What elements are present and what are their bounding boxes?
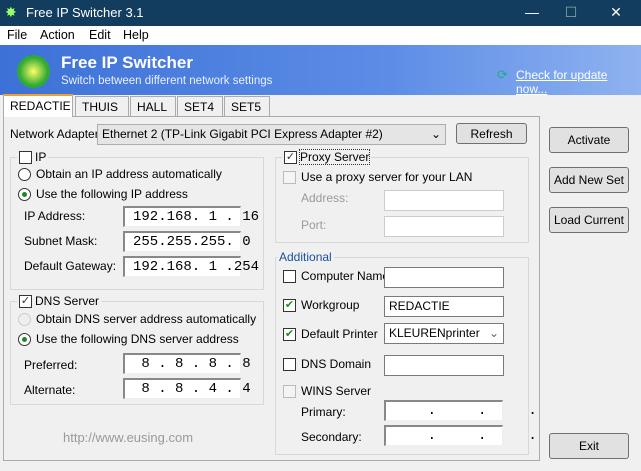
dns-auto-radio[interactable]: Obtain DNS server address automatically	[18, 312, 256, 326]
dns-checkbox[interactable]: ✓	[19, 294, 32, 308]
menu-action[interactable]: Action	[40, 28, 75, 42]
dns-domain-checkbox[interactable]: DNS Domain	[283, 357, 371, 371]
dns-legend: ✓ DNS Server	[17, 294, 102, 308]
ip-checkbox[interactable]	[19, 150, 32, 164]
activate-button[interactable]: Activate	[549, 127, 629, 153]
adapter-select[interactable]: Ethernet 2 (TP-Link Gigabit PCI Express …	[97, 124, 446, 145]
adapter-value: Ethernet 2 (TP-Link Gigabit PCI Express …	[102, 127, 383, 141]
preferred-dns-field[interactable]: 8 . 8 . 8 . 8	[123, 353, 251, 374]
subnet-mask-field[interactable]: 255.255.255. 0	[123, 231, 251, 252]
proxy-port-label: Port:	[301, 218, 327, 232]
title-bar: ✸ Free IP Switcher 3.1 — ☐ ✕	[0, 0, 641, 26]
load-current-button[interactable]: Load Current	[549, 207, 629, 233]
ip-address-field[interactable]: 192.168. 1 . 16	[123, 206, 259, 227]
alternate-dns-field[interactable]: 8 . 8 . 4 . 4	[123, 378, 251, 399]
exit-button[interactable]: Exit	[549, 433, 629, 459]
preferred-dns-label: Preferred:	[24, 358, 78, 372]
computer-name-checkbox[interactable]: Computer Name	[283, 269, 389, 283]
chevron-down-icon: ⌄	[488, 326, 499, 340]
menu-bar: File Action Edit Help	[0, 26, 641, 45]
workgroup-field[interactable]: REDACTIE	[384, 296, 504, 317]
wins-server-checkbox[interactable]: WINS Server	[283, 384, 371, 398]
logo-icon	[17, 55, 50, 88]
proxy-port-field[interactable]	[384, 216, 504, 237]
add-new-set-button[interactable]: Add New Set	[549, 167, 629, 193]
printer-value: KLEURENprinter	[389, 326, 480, 340]
window-title: Free IP Switcher 3.1	[26, 5, 144, 20]
banner-subtitle: Switch between different network setting…	[61, 75, 273, 87]
proxy-address-label: Address:	[301, 191, 349, 205]
update-icon: ⟳	[497, 67, 508, 82]
proxy-address-field[interactable]	[384, 190, 504, 211]
workgroup-checkbox[interactable]: ✔ Workgroup	[283, 298, 359, 312]
menu-help[interactable]: Help	[123, 28, 149, 42]
computer-name-field[interactable]	[384, 267, 504, 288]
use-proxy-checkbox[interactable]: Use a proxy server for your LAN	[283, 170, 472, 184]
app-icon: ✸	[5, 4, 17, 20]
proxy-legend: ✓ Proxy Server	[282, 149, 372, 165]
tab-set4[interactable]: SET4	[177, 96, 223, 116]
minimize-button[interactable]: —	[517, 4, 547, 22]
additional-legend: Additional	[277, 250, 334, 264]
refresh-button[interactable]: Refresh	[456, 123, 527, 144]
dns-domain-field[interactable]	[384, 355, 504, 376]
maximize-button[interactable]: ☐	[556, 4, 586, 22]
tab-hall[interactable]: HALL	[130, 96, 176, 116]
dns-manual-radio[interactable]: Use the following DNS server address	[18, 332, 239, 346]
proxy-checkbox[interactable]: ✓	[284, 150, 297, 164]
menu-file[interactable]: File	[7, 28, 27, 42]
banner-title: Free IP Switcher	[61, 53, 193, 72]
gateway-label: Default Gateway:	[24, 259, 117, 273]
alternate-dns-label: Alternate:	[24, 383, 76, 397]
ip-manual-radio[interactable]: Use the following IP address	[18, 187, 188, 201]
check-update-link[interactable]: Check for update now...	[516, 68, 641, 96]
header-banner: Free IP Switcher Switch between differen…	[0, 45, 641, 96]
wins-primary-field[interactable]: . . .	[384, 400, 537, 421]
wins-primary-label: Primary:	[301, 405, 346, 419]
printer-select[interactable]: KLEURENprinter ⌄	[384, 323, 504, 344]
ip-auto-radio[interactable]: Obtain an IP address automatically	[18, 167, 222, 181]
chevron-down-icon: ⌄	[430, 127, 441, 141]
tab-redactie[interactable]: REDACTIE	[3, 94, 73, 117]
default-printer-checkbox[interactable]: ✔ Default Printer	[283, 327, 378, 341]
wins-secondary-label: Secondary:	[301, 430, 362, 444]
tab-set5[interactable]: SET5	[224, 96, 270, 116]
subnet-mask-label: Subnet Mask:	[24, 234, 98, 248]
gateway-field[interactable]: 192.168. 1 .254	[123, 256, 259, 277]
adapter-label: Network Adapter:	[10, 127, 103, 141]
close-button[interactable]: ✕	[601, 4, 631, 22]
wins-secondary-field[interactable]: . . .	[384, 425, 537, 446]
tab-thuis[interactable]: THUIS	[75, 96, 129, 116]
ip-legend: IP	[17, 150, 49, 164]
website-url[interactable]: http://www.eusing.com	[63, 430, 193, 445]
menu-edit[interactable]: Edit	[89, 28, 111, 42]
ip-address-label: IP Address:	[24, 209, 86, 223]
